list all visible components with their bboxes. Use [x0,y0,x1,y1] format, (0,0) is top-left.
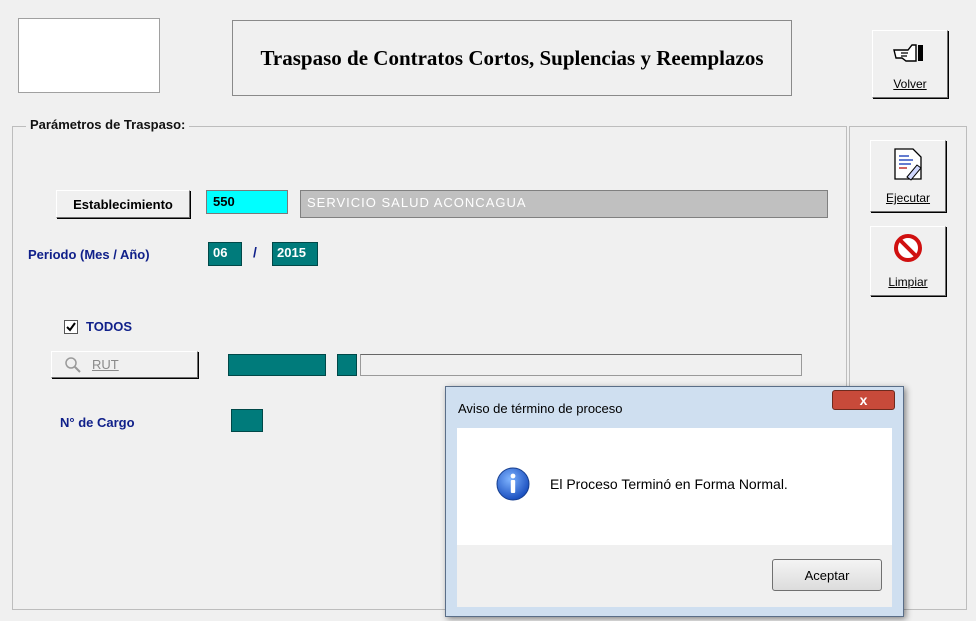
pointing-hand-icon [893,44,923,62]
rut-button[interactable]: RUT [51,351,198,378]
rut-label: RUT [92,357,119,372]
page-title: Traspaso de Contratos Cortos, Suplencias… [260,46,764,70]
logo-area [18,18,160,93]
year-field[interactable]: 2015 [272,242,318,266]
dialog-title: Aviso de término de proceso [458,401,623,416]
search-icon [65,356,81,373]
establecimiento-button[interactable]: Establecimiento [56,190,190,218]
checkbox-icon [66,322,76,332]
establecimiento-name-field: SERVICIO SALUD ACONCAGUA [300,190,828,218]
month-field[interactable]: 06 [208,242,242,266]
dialog-message: El Proceso Terminó en Forma Normal. [550,476,788,492]
close-icon: x [859,392,868,408]
no-sign-icon [894,234,922,262]
dialog-close-button[interactable]: x [832,390,895,410]
establecimiento-label: Establecimiento [73,196,173,212]
periodo-label: Periodo (Mes / Año) [28,247,150,262]
document-pen-icon [894,148,922,181]
info-icon [496,467,530,501]
volver-label: Volver [893,77,927,91]
establecimiento-code-field[interactable]: 550 [206,190,288,214]
rut-dv-field[interactable] [337,354,357,376]
limpiar-button[interactable]: Limpiar [870,226,946,296]
dialog-footer: Aceptar [457,545,892,607]
cargo-label: N° de Cargo [60,415,135,430]
rut-field[interactable] [228,354,326,376]
page-title-box: Traspaso de Contratos Cortos, Suplencias… [232,20,792,96]
periodo-separator: / [253,244,257,260]
todos-label: TODOS [86,319,132,334]
cargo-field[interactable] [231,409,263,432]
aceptar-label: Aceptar [804,567,850,583]
dialog-body: El Proceso Terminó en Forma Normal. [457,428,892,545]
limpiar-label: Limpiar [888,275,928,289]
volver-button[interactable]: Volver [872,30,948,98]
aceptar-button[interactable]: Aceptar [772,559,882,591]
group-label: Parámetros de Traspaso: [26,117,190,132]
ejecutar-button[interactable]: Ejecutar [870,140,946,212]
ejecutar-label: Ejecutar [885,191,931,205]
message-dialog: Aviso de término de proceso x El Proceso… [445,386,904,617]
todos-checkbox[interactable] [64,320,78,334]
rut-name-field [360,354,802,376]
